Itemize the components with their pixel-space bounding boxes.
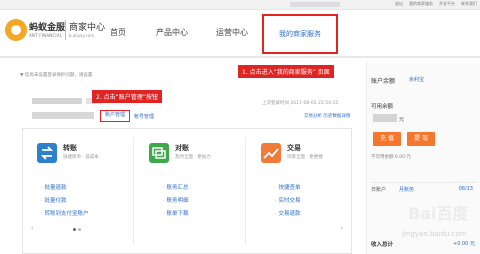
page: 退出 我的商家服务 开发平台 联系我们 蚂蚁金服 ANT FINANCIAL 商… (0, 0, 480, 254)
trade-icon (261, 143, 281, 163)
balance-unit: 元 (399, 117, 405, 123)
card-title: 交易 (287, 144, 301, 152)
withdraw-button[interactable]: 提 现 (407, 132, 435, 146)
security-notice[interactable]: ▼ 您尚未设置登录保护问题，请设置 (20, 72, 92, 78)
utility-user-blur (290, 2, 340, 7)
card-links: 快捷查单 实时交易 交易退款 (275, 183, 301, 222)
logo-brand: 蚂蚁金服 (29, 23, 66, 33)
income-total-label: 收入总计 (371, 242, 394, 248)
my-merchant-service-link[interactable]: 我的商家服务 (409, 1, 433, 7)
nav-my-merchant-service-label: 我的商家服务 (279, 30, 321, 38)
logo-center-title: 商家中心 (69, 23, 106, 33)
logo[interactable]: 蚂蚁金服 ANT FINANCIAL 商家中心 b.alipay.com (5, 18, 106, 46)
baidu-watermark: Bai百度 jingyan.baidu.com (402, 200, 476, 240)
utility-bar: 退出 我的商家服务 开发平台 联系我们 (0, 0, 480, 10)
card-pager: ‹ › (23, 225, 351, 235)
income-total-value: +0.00 元 (453, 241, 475, 247)
logo-center-url: b.alipay.com (69, 33, 95, 38)
header: 蚂蚁金服 ANT FINANCIAL 商家中心 b.alipay.com 首页 … (0, 10, 480, 58)
pager-next-button[interactable]: › (341, 225, 343, 232)
link-account-summary[interactable]: 账务汇总 (163, 183, 189, 196)
yulibao-link[interactable]: 余利宝 (409, 76, 424, 83)
pager-prev-button[interactable]: ‹ (31, 225, 33, 232)
link-trade-refund[interactable]: 交易退款 (275, 209, 301, 222)
link-transfer-to-alipay[interactable]: 转账到支付宝账户 (41, 209, 89, 222)
dev-platform-link[interactable]: 开发平台 (439, 1, 455, 7)
card-title: 对账 (175, 144, 189, 152)
reconcile-icon (149, 143, 169, 163)
account-period-row: 日账户 月账务 08/13 (371, 182, 477, 194)
trade-analysis-links[interactable]: 交易分析 历史数据详情 (304, 113, 350, 119)
account-manage-button[interactable]: 账户管理 (100, 110, 130, 122)
link-batch-pay[interactable]: 批量付款 (41, 196, 89, 209)
logout-link[interactable]: 退出 (395, 1, 403, 7)
logo-sub: ANT FINANCIAL (29, 33, 63, 38)
available-balance-label: 可用余额 (371, 104, 394, 110)
ant-logo-icon (5, 19, 27, 41)
day-account-tab[interactable]: 日账户 (371, 187, 386, 193)
nav-home[interactable]: 首页 (110, 27, 126, 38)
service-cards: 转账 快捷简单 · 低成本 批量退款 批量付款 转账到支付宝账户 对账 及时全面… (22, 128, 352, 254)
callout-step-2: 2. 点击“账户管理”按钮 (92, 90, 162, 103)
card-desc: 场景全面 · 更便捷 (287, 155, 323, 160)
pager-dots[interactable] (73, 228, 81, 231)
logo-divider (65, 20, 66, 40)
nav-products[interactable]: 产品中心 (156, 27, 188, 38)
baidu-logo: Bai百度 (408, 204, 469, 223)
card-title: 转账 (63, 144, 77, 152)
account-date: 08/13 (458, 186, 473, 192)
transfer-icon (37, 143, 57, 163)
account-settings-link[interactable]: 帐号管理 (134, 113, 154, 120)
link-account-detail[interactable]: 账务明细 (163, 196, 189, 209)
card-desc: 快捷简单 · 低成本 (63, 155, 99, 160)
account-id-blur (32, 112, 94, 119)
utility-links: 退出 我的商家服务 开发平台 联系我们 (395, 1, 477, 7)
card-links: 批量退款 批量付款 转账到支付宝账户 (41, 183, 89, 222)
balance-title: 账户余额 (371, 78, 396, 85)
nav-operations[interactable]: 运营中心 (216, 27, 248, 38)
account-name-blur (32, 98, 82, 104)
unavailable-balance: 不可用余额 0.00 元 (371, 155, 411, 160)
baidu-url: jingyan.baidu.com (402, 230, 467, 238)
nav-my-merchant-service[interactable]: 我的商家服务 (262, 14, 338, 54)
contact-link[interactable]: 联系我们 (461, 1, 477, 7)
last-login-time: 上次登录时间 2017-08-03 22:54:15 (262, 101, 339, 106)
main-content: ▼ 您尚未设置登录保护问题，请设置 账户管理 帐号管理 上次登录时间 2017-… (14, 62, 360, 254)
link-realtime-trade[interactable]: 实时交易 (275, 196, 301, 209)
card-desc: 及时全面 · 更省力 (175, 155, 211, 160)
link-batch-refund[interactable]: 批量退款 (41, 183, 89, 196)
month-account-tab[interactable]: 月账务 (399, 186, 414, 193)
available-balance-blur (373, 114, 397, 122)
link-quick-query[interactable]: 快捷查单 (275, 183, 301, 196)
card-links: 账务汇总 账务明细 账单下载 (163, 183, 189, 222)
link-bill-download[interactable]: 账单下载 (163, 209, 189, 222)
recharge-button[interactable]: 充 值 (373, 132, 401, 146)
